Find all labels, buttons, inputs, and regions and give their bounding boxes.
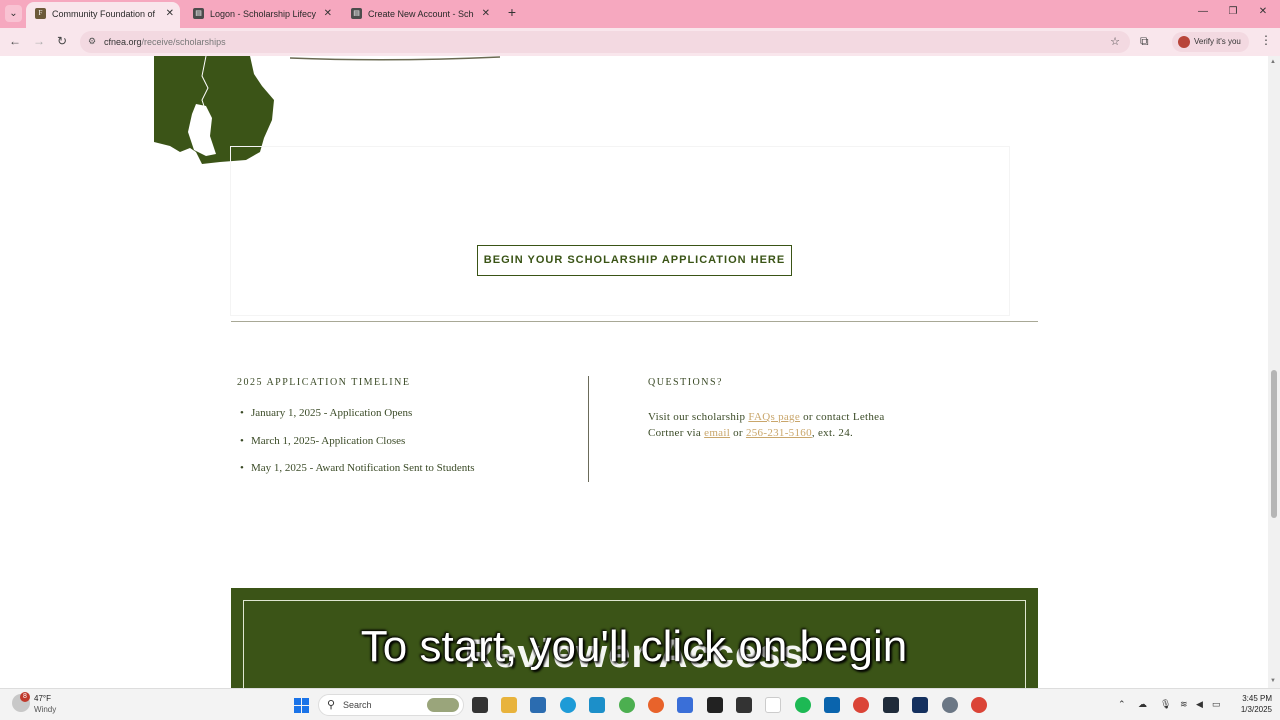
windows-start-icon[interactable]: [294, 698, 309, 713]
email-link[interactable]: email: [704, 427, 730, 439]
snipping-tool-icon[interactable]: [677, 697, 693, 713]
scroll-down-icon[interactable]: ▼: [1270, 678, 1276, 684]
scroll-up-icon[interactable]: ▲: [1270, 59, 1276, 65]
windows-taskbar: 8 47°F Windy ⚲ Search ⌃ ☁ 🎙 ≋ ◀ ▭ 3:45 P…: [0, 688, 1280, 720]
taskbar-search-box[interactable]: ⚲ Search: [318, 694, 464, 716]
acrobat-icon[interactable]: [707, 697, 723, 713]
timeline-heading: 2025 APPLICATION TIMELINE: [237, 377, 411, 388]
task-view-icon[interactable]: [472, 697, 488, 713]
minimize-icon[interactable]: —: [1196, 6, 1210, 17]
column-divider: [588, 376, 589, 482]
doc-favicon-icon: ▤: [351, 8, 362, 19]
refresh-app-icon[interactable]: [619, 697, 635, 713]
tab-community-foundation[interactable]: F Community Foundation of Nor ✕: [26, 2, 180, 28]
url-text[interactable]: cfnea.org/receive/scholarships: [104, 31, 226, 53]
notes-app-icon[interactable]: [736, 697, 752, 713]
map-edge-line: [290, 56, 500, 61]
weather-temperature[interactable]: 47°F: [34, 694, 51, 703]
chrome-icon[interactable]: [853, 697, 869, 713]
begin-application-button[interactable]: BEGIN YOUR SCHOLARSHIP APPLICATION HERE: [477, 245, 792, 276]
microphone-icon[interactable]: 🎙: [1160, 699, 1171, 710]
edge-browser-icon[interactable]: [560, 697, 576, 713]
outlook-icon[interactable]: [824, 697, 840, 713]
site-favicon-icon: F: [35, 8, 46, 19]
battery-icon[interactable]: ▭: [1212, 699, 1221, 710]
list-item: March 1, 2025- Application Closes: [237, 434, 475, 462]
browser-toolbar: ← → ↻ ⚙ cfnea.org/receive/scholarships ☆…: [0, 28, 1280, 56]
close-tab-icon[interactable]: ✕: [482, 2, 490, 26]
profile-avatar-icon: [1178, 36, 1190, 48]
browser-menu-icon[interactable]: ⋮: [1260, 33, 1272, 47]
video-caption: To start, you'll click on begin: [360, 622, 908, 671]
list-item: January 1, 2025 - Application Opens: [237, 406, 475, 434]
settings-gear-icon[interactable]: [942, 697, 958, 713]
page-scrollbar[interactable]: ▲ ▼: [1268, 56, 1280, 688]
tab-strip: ⌄ F Community Foundation of Nor ✕ ▤ Logo…: [0, 0, 1280, 28]
scroll-thumb[interactable]: [1271, 370, 1277, 518]
questions-heading: QUESTIONS?: [648, 377, 723, 388]
close-tab-icon[interactable]: ✕: [324, 2, 332, 26]
questions-text: Visit our scholarship FAQs page or conta…: [648, 411, 885, 439]
spotify-icon[interactable]: [795, 697, 811, 713]
wifi-icon[interactable]: ≋: [1180, 699, 1188, 710]
volume-icon[interactable]: ◀: [1196, 699, 1203, 710]
back-arrow-icon[interactable]: ←: [8, 34, 22, 48]
search-highlight-icon: [427, 698, 459, 712]
terminal-icon[interactable]: [883, 697, 899, 713]
reload-icon[interactable]: ↻: [55, 34, 69, 48]
system-clock[interactable]: 3:45 PM 1/3/2025: [1222, 693, 1272, 715]
search-icon: ⚲: [327, 699, 336, 711]
address-bar[interactable]: ⚙ cfnea.org/receive/scholarships ☆: [80, 31, 1130, 53]
firefox-icon[interactable]: [648, 697, 664, 713]
phone-link[interactable]: 256-231-5160: [746, 427, 812, 439]
close-window-icon[interactable]: ✕: [1256, 6, 1270, 17]
list-item: May 1, 2025 - Award Notification Sent to…: [237, 461, 475, 489]
notification-badge: 8: [20, 692, 30, 702]
doc-favicon-icon: ▤: [193, 8, 204, 19]
store-icon[interactable]: [530, 697, 546, 713]
new-tab-plus-icon[interactable]: +: [505, 5, 519, 19]
tab-search-menu-icon[interactable]: ⌄: [5, 5, 22, 22]
chevron-up-icon[interactable]: ⌃: [1118, 699, 1126, 710]
section-divider: [231, 321, 1038, 322]
verify-profile-button[interactable]: Verify it's you: [1172, 32, 1249, 52]
tab-logon[interactable]: ▤ Logon - Scholarship Lifecycle M ✕: [184, 2, 338, 28]
site-info-icon[interactable]: ⚙: [88, 36, 96, 47]
chrome-profile-icon[interactable]: [971, 697, 987, 713]
background-watermark: [230, 146, 1010, 316]
timeline-list: January 1, 2025 - Application Opens Marc…: [237, 406, 475, 489]
forward-arrow-icon[interactable]: →: [32, 34, 46, 48]
bookmark-star-icon[interactable]: ☆: [1110, 35, 1120, 48]
extensions-puzzle-icon[interactable]: ⧉: [1140, 34, 1149, 49]
close-tab-icon[interactable]: ✕: [166, 2, 174, 26]
file-explorer-icon[interactable]: [501, 697, 517, 713]
tab-create-account[interactable]: ▤ Create New Account - Scholars ✕: [342, 2, 496, 28]
cloud-icon[interactable]: ☁: [1138, 699, 1147, 710]
restore-icon[interactable]: ❐: [1226, 6, 1240, 17]
outlook-calendar-icon[interactable]: [589, 697, 605, 713]
weather-description[interactable]: Windy: [34, 705, 56, 714]
faq-link[interactable]: FAQs page: [748, 411, 800, 423]
google-icon[interactable]: [765, 697, 781, 713]
word-icon[interactable]: [912, 697, 928, 713]
webpage-content: BEGIN YOUR SCHOLARSHIP APPLICATION HERE …: [0, 56, 1268, 688]
